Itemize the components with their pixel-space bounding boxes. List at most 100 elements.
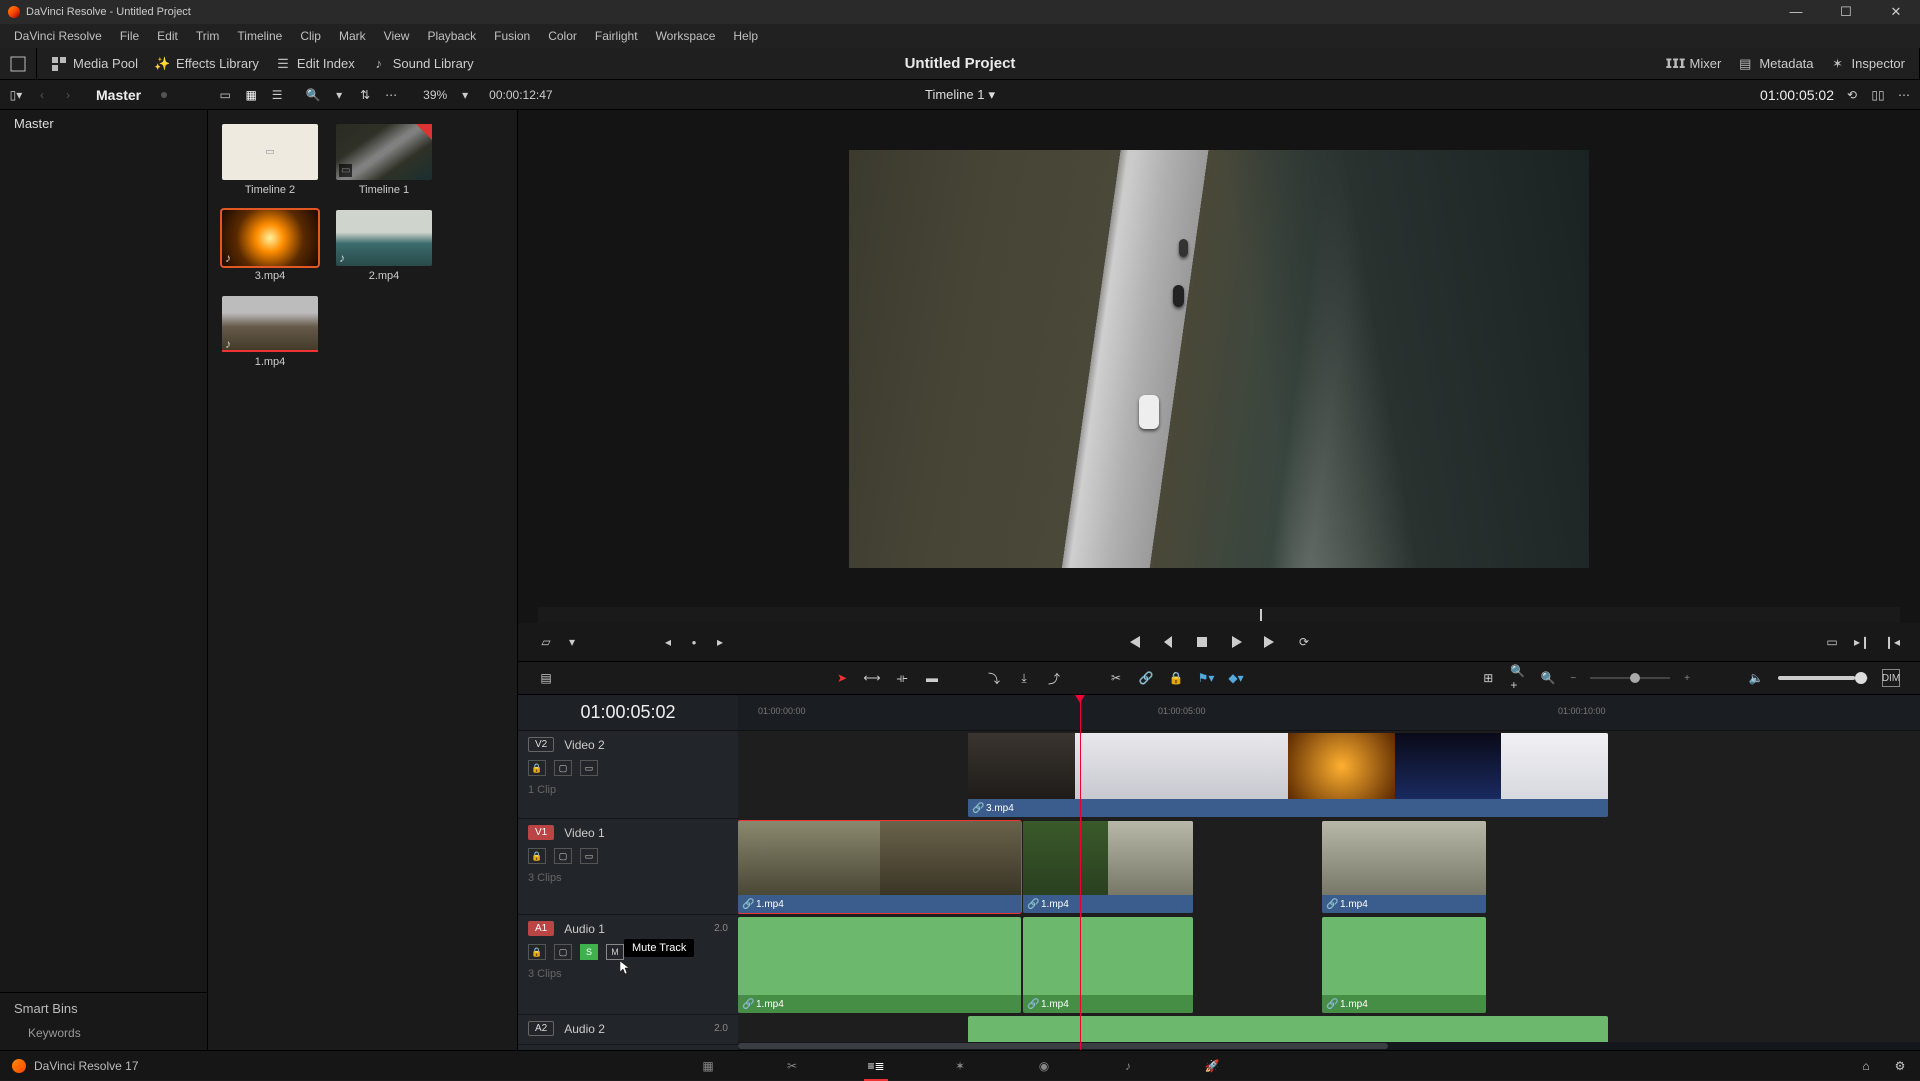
marker-button[interactable]: ◆▾ <box>1228 670 1244 686</box>
fullscreen-icon[interactable] <box>10 56 26 72</box>
clip[interactable]: 🔗3.mp4 <box>968 733 1608 817</box>
maximize-button[interactable]: ☐ <box>1830 4 1862 20</box>
inspector-toggle[interactable]: ✶Inspector <box>1826 54 1909 74</box>
minimize-button[interactable]: — <box>1780 4 1812 20</box>
track-autoselect-button[interactable]: ▢ <box>554 944 572 960</box>
track-badge[interactable]: A2 <box>528 1021 554 1036</box>
tl-view-icon[interactable]: ▤ <box>538 670 554 686</box>
track-autoselect-button[interactable]: ▢ <box>554 848 572 864</box>
editindex-toggle[interactable]: ☰ Edit Index <box>271 54 359 74</box>
options-icon[interactable]: ⋯ <box>1896 87 1912 103</box>
track-header-v2[interactable]: V2Video 2 🔒 ▢ ▭ 1 Clip <box>518 731 738 819</box>
viewer-scrubber[interactable] <box>538 607 1900 623</box>
trim-tool[interactable]: ⟷ <box>864 670 880 686</box>
track-visible-button[interactable]: ▭ <box>580 848 598 864</box>
track-visible-button[interactable]: ▭ <box>580 760 598 776</box>
page-media[interactable]: ▦ <box>696 1056 720 1076</box>
last-frame-button[interactable] <box>1262 634 1278 650</box>
clip-thumb[interactable]: ▭ Timeline 1 <box>336 124 432 196</box>
clip-thumb[interactable]: ▭ Timeline 2 <box>222 124 318 196</box>
track-lock-button[interactable]: 🔒 <box>528 944 546 960</box>
settings-button[interactable]: ⚙ <box>1892 1058 1908 1074</box>
lock-button[interactable]: 🔒 <box>1168 670 1184 686</box>
menu-color[interactable]: Color <box>540 27 585 45</box>
page-cut[interactable]: ✂ <box>780 1056 804 1076</box>
zoom-chevron-icon[interactable]: ▾ <box>457 87 473 103</box>
first-frame-button[interactable] <box>1126 634 1142 650</box>
jog-prev-icon[interactable]: ◂ <box>660 634 676 650</box>
bin-crumb[interactable]: Master <box>96 87 141 103</box>
view-thumb-icon[interactable]: ▦ <box>243 87 259 103</box>
track-lock-button[interactable]: 🔒 <box>528 760 546 776</box>
clip-thumb[interactable]: ♪ 1.mp4 <box>222 296 318 368</box>
menu-fairlight[interactable]: Fairlight <box>587 27 646 45</box>
menu-timeline[interactable]: Timeline <box>229 27 290 45</box>
split-button[interactable]: ✂ <box>1108 670 1124 686</box>
page-fusion[interactable]: ✶ <box>948 1056 972 1076</box>
menu-playback[interactable]: Playback <box>419 27 484 45</box>
timeline-chevron-icon[interactable]: ▾ <box>988 87 995 103</box>
match-frame-icon[interactable]: ▭ <box>1824 634 1840 650</box>
go-in-icon[interactable]: ❙◂ <box>1884 634 1900 650</box>
snap-button[interactable]: ⊞ <box>1480 670 1496 686</box>
zoom-plus[interactable]: + <box>1684 673 1690 684</box>
clip[interactable]: 🔗1.mp4 <box>738 917 1021 1013</box>
clip[interactable]: 🔗1.mp4 <box>1023 917 1193 1013</box>
nav-back-button[interactable]: ‹ <box>34 87 50 103</box>
dual-viewer-icon[interactable]: ▯▯ <box>1870 87 1886 103</box>
effects-toggle[interactable]: ✨ Effects Library <box>150 54 263 74</box>
track-header-a1[interactable]: A1Audio 12.0 🔒 ▢ S M Mute Track 3 Clips <box>518 915 738 1015</box>
h-scroll[interactable] <box>738 1042 1920 1050</box>
page-deliver[interactable]: 🚀 <box>1200 1056 1224 1076</box>
bin-view-icon[interactable]: ▯▾ <box>8 87 24 103</box>
zoomfit-icon[interactable]: 🔍 <box>1540 670 1556 686</box>
menu-file[interactable]: File <box>112 27 147 45</box>
transform-chevron-icon[interactable]: ▾ <box>564 634 580 650</box>
insert-button[interactable]: ⤵ <box>986 670 1002 686</box>
track-header-a2[interactable]: A2Audio 22.0 <box>518 1015 738 1045</box>
page-color[interactable]: ◉ <box>1032 1056 1056 1076</box>
metadata-toggle[interactable]: ▤Metadata <box>1733 54 1817 74</box>
zoomin-icon[interactable]: 🔍+ <box>1510 670 1526 686</box>
jog-next-icon[interactable]: ▸ <box>712 634 728 650</box>
clip[interactable]: 🔗1.mp4 <box>1023 821 1193 913</box>
replace-button[interactable]: ⤴ <box>1046 670 1062 686</box>
clip-thumb[interactable]: ♪ 3.mp4 <box>222 210 318 282</box>
play-button[interactable] <box>1228 634 1244 650</box>
track-lock-button[interactable]: 🔒 <box>528 848 546 864</box>
page-fairlight[interactable]: ♪ <box>1116 1056 1140 1076</box>
ruler[interactable]: 01:00:00:00 01:00:05:00 01:00:10:00 <box>738 695 1920 731</box>
viewer-canvas[interactable] <box>518 110 1920 607</box>
viewer-zoom[interactable]: 39% <box>423 88 447 102</box>
clip[interactable]: 🔗1.mp4 <box>738 821 1021 913</box>
zoom-minus[interactable]: − <box>1570 673 1576 684</box>
flag-button[interactable]: ⚑▾ <box>1198 670 1214 686</box>
menu-mark[interactable]: Mark <box>331 27 374 45</box>
overwrite-button[interactable]: ⤓ <box>1016 670 1032 686</box>
track-badge[interactable]: V1 <box>528 825 554 840</box>
link-button[interactable]: 🔗 <box>1138 670 1154 686</box>
track-header-v1[interactable]: V1Video 1 🔒 ▢ ▭ 3 Clips <box>518 819 738 915</box>
menu-trim[interactable]: Trim <box>188 27 228 45</box>
menu-davinci[interactable]: DaVinci Resolve <box>6 27 110 45</box>
view-strip-icon[interactable]: ▭ <box>217 87 233 103</box>
dim-button[interactable]: DIM <box>1882 669 1900 687</box>
dynamic-trim-tool[interactable]: ⟛ <box>894 670 910 686</box>
menu-fusion[interactable]: Fusion <box>486 27 538 45</box>
smartbins-keywords[interactable]: Keywords <box>14 1026 193 1040</box>
loop-button[interactable]: ⟳ <box>1296 634 1312 650</box>
timeline-name[interactable]: Timeline 1 <box>925 87 984 102</box>
track-area[interactable]: 01:00:00:00 01:00:05:00 01:00:10:00 🔗3.m… <box>738 695 1920 1050</box>
page-edit[interactable]: ≡≣ <box>864 1056 888 1076</box>
volume-slider[interactable] <box>1778 676 1868 680</box>
selection-tool[interactable]: ➤ <box>834 670 850 686</box>
menu-help[interactable]: Help <box>725 27 766 45</box>
track-badge[interactable]: V2 <box>528 737 554 752</box>
transform-icon[interactable]: ▱ <box>538 634 554 650</box>
sort-icon[interactable]: ⇅ <box>357 87 373 103</box>
track-badge[interactable]: A1 <box>528 921 554 936</box>
tl-zoom-slider[interactable] <box>1590 677 1670 679</box>
clip[interactable]: 🔗1.mp4 <box>1322 917 1486 1013</box>
mediapool-toggle[interactable]: Media Pool <box>47 54 142 74</box>
soundlib-toggle[interactable]: ♪ Sound Library <box>367 54 478 74</box>
